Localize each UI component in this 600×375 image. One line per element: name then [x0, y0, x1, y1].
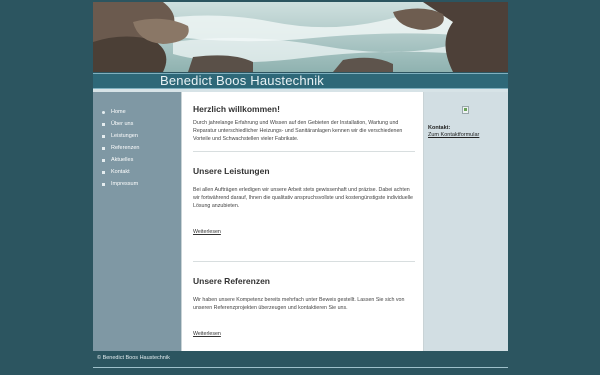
sidebar-item-home[interactable]: Home	[93, 106, 181, 118]
sidebar-item-kontakt[interactable]: Kontakt	[93, 166, 181, 178]
references-text: Wir haben unsere Kompetenz bereits mehrf…	[193, 297, 405, 311]
bullet-icon	[102, 146, 105, 150]
main-content: Herzlich willkommen! Durch jahrelange Er…	[181, 92, 424, 351]
sidebar-item-label: Aktuelles	[111, 157, 134, 163]
sidebar-item-label: Home	[111, 109, 126, 115]
bullet-icon	[102, 110, 105, 114]
sidebar-item-label: Impressum	[111, 181, 139, 187]
section-divider	[193, 261, 415, 262]
services-text: Bei allen Aufträgen erledigen wir unsere…	[193, 187, 413, 209]
references-read-more-link[interactable]: Weiterlesen	[193, 331, 221, 337]
site-title: Benedict Boos Haustechnik	[160, 73, 324, 88]
bullet-icon	[102, 134, 105, 138]
broken-image-icon	[462, 106, 469, 114]
sidebar-item-label: Referenzen	[111, 145, 140, 151]
welcome-text: Durch jahrelange Erfahrung und Wissen au…	[193, 120, 403, 142]
bullet-icon	[102, 182, 105, 186]
bullet-icon	[102, 170, 105, 174]
header-banner-image	[93, 2, 508, 72]
site-title-bar: Benedict Boos Haustechnik	[93, 73, 508, 89]
contact-form-link[interactable]: Zum Kontaktformular	[428, 132, 479, 138]
bullet-icon	[102, 122, 105, 126]
sidebar-item-label: Kontakt	[111, 169, 130, 175]
services-heading: Unsere Leistungen	[193, 166, 270, 176]
services-read-more-link[interactable]: Weiterlesen	[193, 229, 221, 235]
right-sidebar: Kontakt: Zum Kontaktformular	[424, 92, 508, 351]
river-rocks-photo	[93, 2, 508, 72]
section-divider	[193, 151, 415, 152]
sidebar-item-leistungen[interactable]: Leistungen	[93, 130, 181, 142]
copyright-text: © Benedict Boos Haustechnik	[97, 355, 170, 361]
sidebar-item-impressum[interactable]: Impressum	[93, 178, 181, 190]
sidebar-item-label: Leistungen	[111, 133, 138, 139]
sidebar-item-referenzen[interactable]: Referenzen	[93, 142, 181, 154]
contact-label: Kontakt:	[428, 125, 451, 131]
sidebar-nav: Home Über uns Leistungen Referenzen Aktu…	[93, 92, 181, 351]
footer: © Benedict Boos Haustechnik	[93, 351, 508, 368]
sidebar-item-aktuelles[interactable]: Aktuelles	[93, 154, 181, 166]
references-heading: Unsere Referenzen	[193, 276, 271, 286]
bullet-icon	[102, 158, 105, 162]
sidebar-item-ueber-uns[interactable]: Über uns	[93, 118, 181, 130]
nav-menu: Home Über uns Leistungen Referenzen Aktu…	[93, 92, 181, 190]
welcome-heading: Herzlich willkommen!	[193, 104, 280, 114]
sidebar-item-label: Über uns	[111, 121, 134, 127]
